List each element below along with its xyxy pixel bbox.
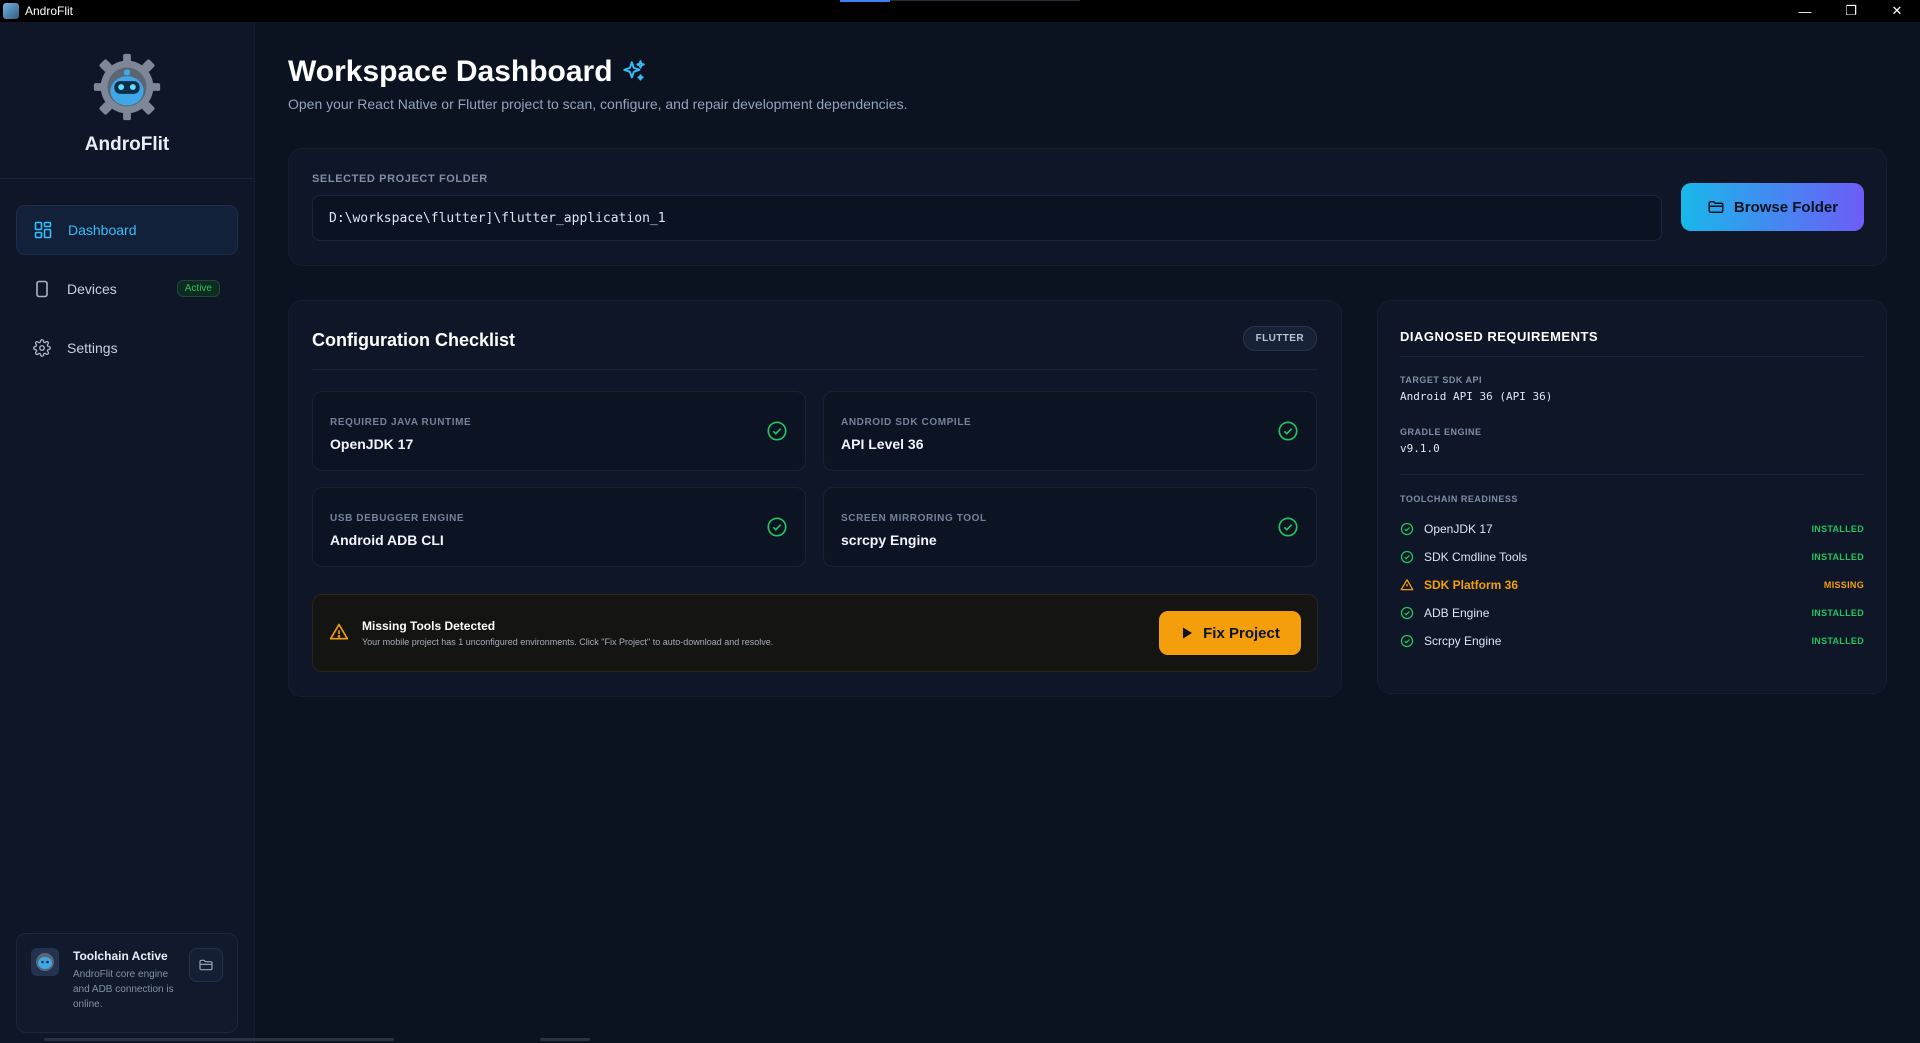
check-circle-icon [1400, 550, 1414, 564]
project-folder-label: SELECTED PROJECT FOLDER [312, 173, 488, 185]
warning-triangle-icon [1400, 578, 1414, 592]
status-badge: INSTALLED [1811, 636, 1864, 646]
divider [1400, 474, 1864, 475]
page-title: Workspace Dashboard [288, 55, 647, 89]
folder-icon [199, 959, 213, 971]
sidebar-nav: Dashboard Devices Active Settings [0, 179, 254, 373]
dashboard-grid-icon [34, 221, 52, 239]
sparkle-icon [622, 60, 645, 81]
checklist-title: Configuration Checklist [312, 330, 516, 350]
toolchain-row-sdk-platform: SDK Platform 36 MISSING [1400, 576, 1864, 594]
sidebar-item-dashboard[interactable]: Dashboard [16, 205, 238, 255]
toolchain-status-card: Toolchain Active AndroFlit core engine a… [16, 933, 238, 1033]
toolchain-title: Toolchain Active [73, 949, 168, 963]
missing-tools-alert: Missing Tools Detected Your mobile proje… [312, 594, 1318, 672]
folder-icon [1708, 201, 1724, 213]
horizontal-scrollbar-thumb[interactable] [540, 1038, 590, 1041]
toolchain-name: SDK Platform 36 [1424, 578, 1519, 592]
horizontal-scrollbar[interactable] [44, 1038, 394, 1041]
avatar [31, 948, 59, 976]
titlebar-tab-line [890, 0, 1080, 1]
divider [312, 369, 1317, 370]
app-icon [3, 3, 19, 19]
check-circle-icon [767, 517, 787, 537]
sidebar-item-label: Dashboard [68, 222, 137, 238]
checklist-item-screen-mirroring: SCREEN MIRRORING TOOL scrcpy Engine [823, 487, 1317, 567]
window-title: AndroFlit [25, 4, 74, 18]
sidebar-item-settings[interactable]: Settings [16, 323, 238, 373]
open-toolchain-folder-button[interactable] [189, 948, 223, 982]
check-circle-icon [1400, 606, 1414, 620]
requirements-title: DIAGNOSED REQUIREMENTS [1400, 329, 1599, 344]
toolchain-name: SDK Cmdline Tools [1424, 550, 1528, 564]
checklist-item-android-sdk: ANDROID SDK COMPILE API Level 36 [823, 391, 1317, 471]
sidebar-item-label: Devices [67, 281, 117, 297]
minimize-button[interactable]: — [1782, 0, 1828, 22]
status-badge: INSTALLED [1811, 608, 1864, 618]
page-subtitle: Open your React Native or Flutter projec… [288, 96, 908, 112]
project-folder-card: SELECTED PROJECT FOLDER Browse Folder [288, 148, 1887, 266]
checklist-item-label: REQUIRED JAVA RUNTIME [330, 417, 472, 428]
toolchain-readiness-label: TOOLCHAIN READINESS [1400, 494, 1518, 504]
framework-badge: FLUTTER [1242, 326, 1317, 351]
phone-icon [33, 280, 51, 298]
toolchain-row-adb: ADB Engine INSTALLED [1400, 604, 1864, 622]
checklist-item-value: Android ADB CLI [330, 532, 444, 548]
target-sdk-value: Android API 36 (API 36) [1400, 390, 1553, 403]
check-circle-icon [1278, 421, 1298, 441]
browse-folder-button[interactable]: Browse Folder [1681, 183, 1864, 231]
divider [1400, 356, 1864, 357]
check-circle-icon [767, 421, 787, 441]
toolchain-name: OpenJDK 17 [1424, 522, 1493, 536]
check-circle-icon [1278, 517, 1298, 537]
sidebar-item-label: Settings [67, 340, 118, 356]
check-circle-icon [1400, 522, 1414, 536]
restore-button[interactable]: ❐ [1828, 0, 1874, 22]
project-path-input[interactable] [312, 195, 1662, 241]
checklist-item-value: scrcpy Engine [841, 532, 937, 548]
check-circle-icon [1400, 634, 1414, 648]
toolchain-row-sdk-cmdline: SDK Cmdline Tools INSTALLED [1400, 548, 1864, 566]
checklist-item-value: OpenJDK 17 [330, 436, 414, 452]
close-button[interactable]: ✕ [1874, 0, 1920, 22]
status-badge: Active [176, 280, 220, 297]
brand: AndroFlit [0, 22, 254, 179]
window-titlebar: AndroFlit — ❐ ✕ [0, 0, 1920, 22]
gear-icon [33, 339, 51, 357]
checklist-item-value: API Level 36 [841, 436, 924, 452]
checklist-item-label: SCREEN MIRRORING TOOL [841, 513, 987, 524]
sidebar-item-devices[interactable]: Devices Active [16, 264, 238, 314]
status-badge: INSTALLED [1811, 524, 1864, 534]
status-badge: MISSING [1823, 580, 1864, 590]
sidebar: AndroFlit Dashboard Devices Active Setti… [0, 22, 255, 1043]
checklist-item-label: USB DEBUGGER ENGINE [330, 513, 465, 524]
fix-project-label: Fix Project [1203, 624, 1280, 642]
checklist-item-java-runtime: REQUIRED JAVA RUNTIME OpenJDK 17 [312, 391, 806, 471]
alert-description: Your mobile project has 1 unconfigured e… [362, 637, 774, 647]
toolchain-description: AndroFlit core engine and ADB connection… [73, 969, 174, 1010]
toolchain-row-scrcpy: Scrcpy Engine INSTALLED [1400, 632, 1864, 650]
warning-triangle-icon [329, 623, 349, 640]
fix-project-button[interactable]: Fix Project [1159, 611, 1301, 655]
gradle-engine-value: v9.1.0 [1400, 442, 1440, 455]
target-sdk-label: TARGET SDK API [1400, 375, 1483, 385]
toolchain-name: ADB Engine [1424, 606, 1490, 620]
checklist-item-usb-debugger: USB DEBUGGER ENGINE Android ADB CLI [312, 487, 806, 567]
checklist-item-label: ANDROID SDK COMPILE [841, 417, 972, 428]
configuration-checklist-card: Configuration Checklist FLUTTER REQUIRED… [288, 300, 1342, 697]
browse-folder-label: Browse Folder [1733, 198, 1839, 216]
main-content: Workspace Dashboard Open your React Nati… [255, 22, 1920, 1043]
titlebar-tab-indicator [840, 0, 890, 2]
toolchain-row-openjdk: OpenJDK 17 INSTALLED [1400, 520, 1864, 538]
page-title-text: Workspace Dashboard [288, 55, 613, 88]
alert-title: Missing Tools Detected [362, 619, 496, 633]
toolchain-name: Scrcpy Engine [1424, 634, 1502, 648]
brand-name: AndroFlit [84, 134, 170, 155]
status-badge: INSTALLED [1811, 552, 1864, 562]
gradle-engine-label: GRADLE ENGINE [1400, 427, 1482, 437]
window-controls: — ❐ ✕ [1782, 0, 1920, 22]
play-icon [1183, 627, 1193, 639]
robot-gear-logo-icon [93, 53, 161, 121]
diagnosed-requirements-card: DIAGNOSED REQUIREMENTS TARGET SDK API An… [1377, 300, 1887, 694]
